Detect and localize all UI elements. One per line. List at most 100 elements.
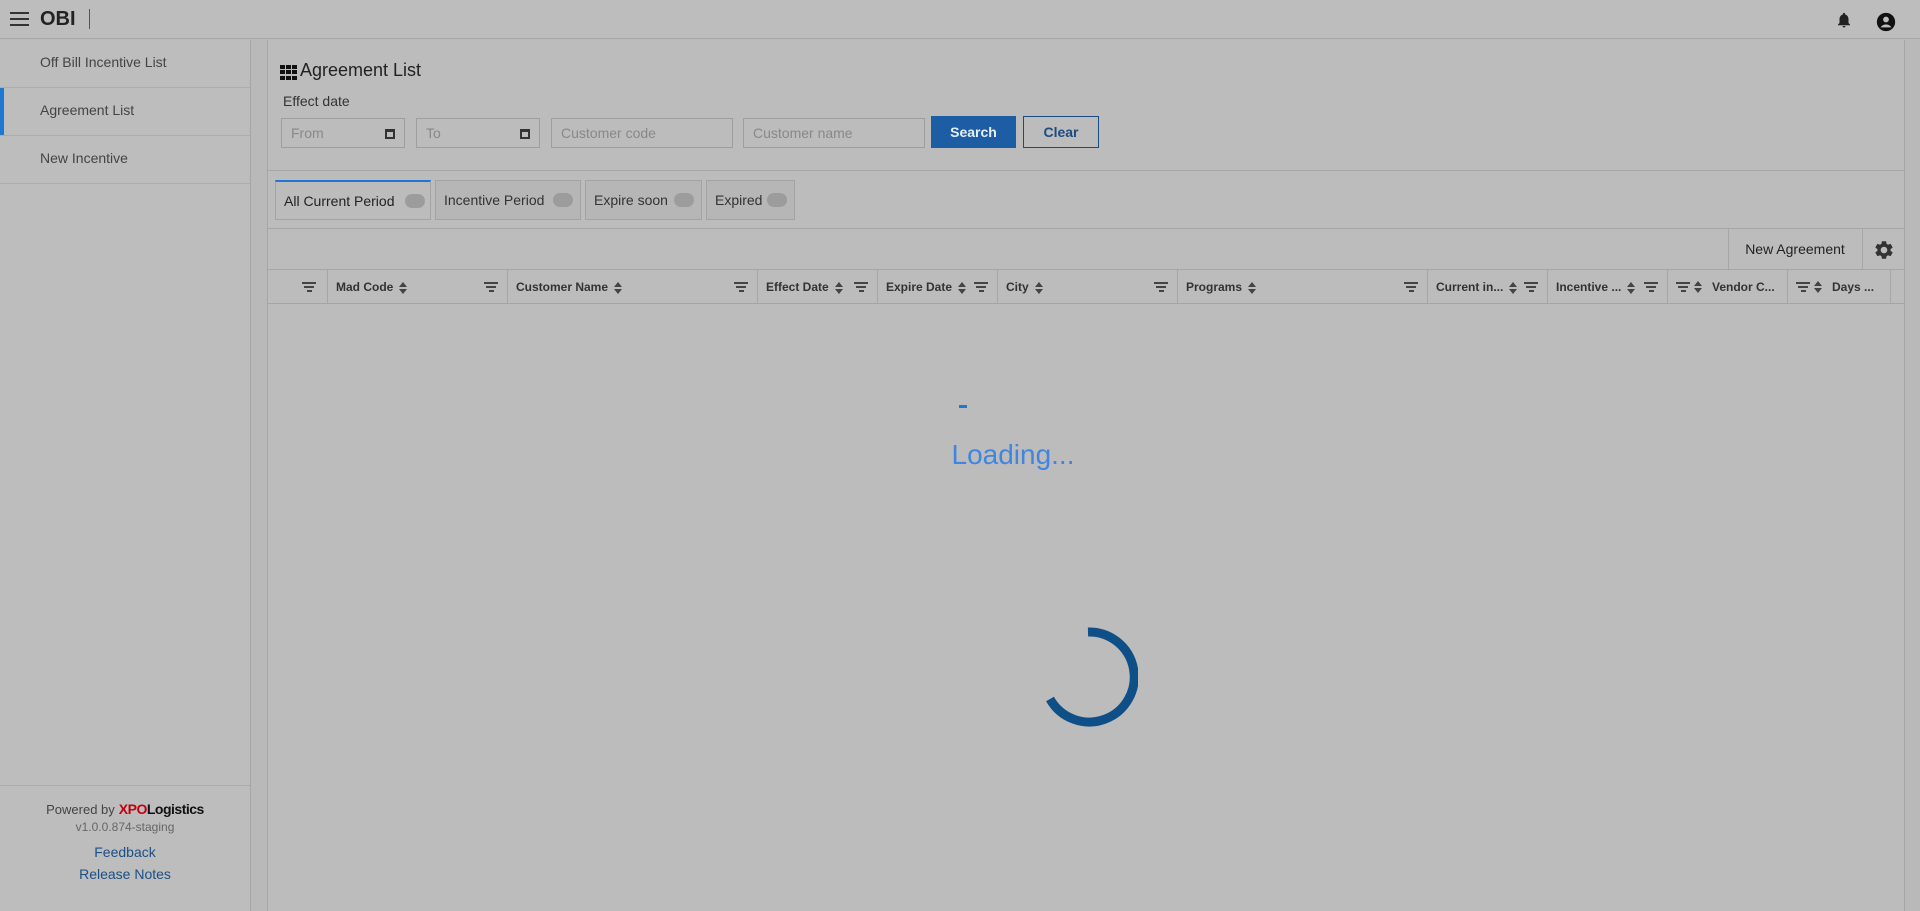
gear-icon-svg — [1874, 240, 1893, 259]
filter-icon[interactable] — [854, 282, 868, 292]
from-date-input[interactable]: From — [281, 118, 405, 148]
gear-icon[interactable] — [1862, 229, 1904, 270]
filter-panel: Agreement List Effect date From To Custo… — [268, 40, 1904, 171]
column-header-mad-code[interactable]: Mad Code — [328, 270, 508, 304]
to-date-input[interactable]: To — [416, 118, 540, 148]
main-panel: Agreement List Effect date From To Custo… — [267, 40, 1905, 911]
customer-code-input[interactable]: Customer code — [551, 118, 733, 148]
filter-icon[interactable] — [1644, 282, 1658, 292]
page-title: Agreement List — [300, 60, 422, 80]
customer-name-input[interactable]: Customer name — [743, 118, 925, 148]
filter-icon[interactable] — [302, 282, 316, 292]
tab-label: Expire soon — [594, 192, 668, 208]
column-label: Customer Name — [516, 280, 609, 294]
xpo-logistics-logo: XPOLogistics — [118, 801, 205, 817]
title-divider — [89, 9, 90, 29]
hamburger-menu-icon[interactable] — [10, 12, 29, 26]
logo-xpo-text: XPO — [118, 801, 148, 817]
sort-icon[interactable] — [834, 281, 843, 294]
table-header: Mad Code Customer Name Effect Date Expir… — [268, 270, 1904, 304]
clear-button[interactable]: Clear — [1023, 116, 1099, 148]
column-label: Days ... — [1832, 280, 1875, 294]
filter-icon[interactable] — [1404, 282, 1418, 292]
tab-label: Expired — [715, 192, 763, 208]
logo-logistics-text: Logistics — [146, 801, 204, 817]
count-badge — [553, 193, 573, 207]
count-badge — [405, 194, 425, 208]
powered-by: Powered by XPOLogistics — [0, 801, 250, 817]
sort-icon[interactable] — [958, 281, 967, 294]
filter-icon[interactable] — [1154, 282, 1168, 292]
column-header-current-incentive[interactable]: Current in... — [1428, 270, 1548, 304]
column-header-select[interactable] — [268, 270, 328, 304]
column-header-city[interactable]: City — [998, 270, 1178, 304]
column-label: Current in... — [1436, 280, 1504, 294]
column-label: Programs — [1186, 280, 1243, 294]
tab-incentive-period[interactable]: Incentive Period — [435, 180, 581, 220]
column-label: Incentive ... — [1556, 280, 1622, 294]
tab-expire-soon[interactable]: Expire soon — [585, 180, 702, 220]
feedback-link[interactable]: Feedback — [0, 844, 250, 860]
from-date-placeholder: From — [291, 125, 324, 141]
loading-overlay: Loading... — [268, 305, 1904, 909]
loading-spinner-icon — [1046, 627, 1138, 727]
filter-icon[interactable] — [974, 282, 988, 292]
column-label: Expire Date — [886, 280, 953, 294]
search-button[interactable]: Search — [931, 116, 1016, 148]
status-tabs: All Current Period Incentive Period Expi… — [268, 180, 1904, 228]
column-header-days[interactable]: Days ... — [1788, 270, 1891, 304]
calendar-icon[interactable] — [385, 129, 395, 139]
new-agreement-button[interactable]: New Agreement — [1728, 229, 1861, 270]
sort-icon[interactable] — [399, 281, 408, 294]
column-label: City — [1006, 280, 1029, 294]
column-header-customer-name[interactable]: Customer Name — [508, 270, 758, 304]
customer-code-placeholder: Customer code — [561, 125, 656, 141]
account-circle-icon[interactable] — [1876, 12, 1896, 32]
column-header-expire-date[interactable]: Expire Date — [878, 270, 998, 304]
sidebar-item-agreement-list[interactable]: Agreement List — [0, 88, 250, 136]
tab-label: Incentive Period — [444, 192, 545, 208]
effect-date-label: Effect date — [283, 93, 350, 109]
top-bar: OBI — [0, 0, 1920, 39]
sidebar-item-new-incentive[interactable]: New Incentive — [0, 136, 250, 184]
bell-icon[interactable] — [1835, 10, 1853, 30]
sort-icon[interactable] — [1627, 281, 1636, 294]
column-header-programs[interactable]: Programs — [1178, 270, 1428, 304]
sidebar-item-off-bill-incentive-list[interactable]: Off Bill Incentive List — [0, 40, 250, 88]
loading-dot-indicator — [959, 405, 967, 408]
count-badge — [767, 193, 787, 207]
app-title: OBI — [40, 8, 76, 30]
tab-expired[interactable]: Expired — [706, 180, 795, 220]
filter-icon[interactable] — [1524, 282, 1538, 292]
sort-icon[interactable] — [1034, 281, 1043, 294]
grid-toolbar: New Agreement — [268, 228, 1904, 270]
filter-icon[interactable] — [1796, 282, 1810, 292]
sort-icon[interactable] — [1509, 281, 1518, 294]
sort-icon[interactable] — [614, 281, 623, 294]
powered-by-label: Powered by — [46, 801, 115, 817]
sort-icon[interactable] — [1694, 281, 1702, 293]
sidebar: Off Bill Incentive List Agreement List N… — [0, 40, 251, 911]
version-label: v1.0.0.874-staging — [75, 820, 175, 834]
loading-text: Loading... — [951, 439, 1075, 470]
release-notes-link[interactable]: Release Notes — [0, 866, 250, 882]
tab-label: All Current Period — [284, 193, 395, 209]
column-label: Effect Date — [766, 280, 829, 294]
sort-icon[interactable] — [1814, 281, 1822, 293]
grid-icon — [280, 65, 297, 80]
tab-all-current-period[interactable]: All Current Period — [275, 180, 431, 220]
column-label: Vendor C... — [1712, 280, 1775, 294]
sidebar-footer: Powered by XPOLogistics v1.0.0.874-stagi… — [0, 785, 250, 911]
column-header-effect-date[interactable]: Effect Date — [758, 270, 878, 304]
count-badge — [674, 193, 694, 207]
filter-icon[interactable] — [484, 282, 498, 292]
column-header-vendor-code[interactable]: Vendor C... — [1668, 270, 1788, 304]
calendar-icon[interactable] — [520, 129, 530, 139]
column-header-incentive[interactable]: Incentive ... — [1548, 270, 1668, 304]
customer-name-placeholder: Customer name — [753, 125, 853, 141]
column-label: Mad Code — [336, 280, 394, 294]
filter-icon[interactable] — [1676, 282, 1690, 292]
sort-icon[interactable] — [1248, 281, 1257, 294]
filter-icon[interactable] — [734, 282, 748, 292]
to-date-placeholder: To — [426, 125, 441, 141]
